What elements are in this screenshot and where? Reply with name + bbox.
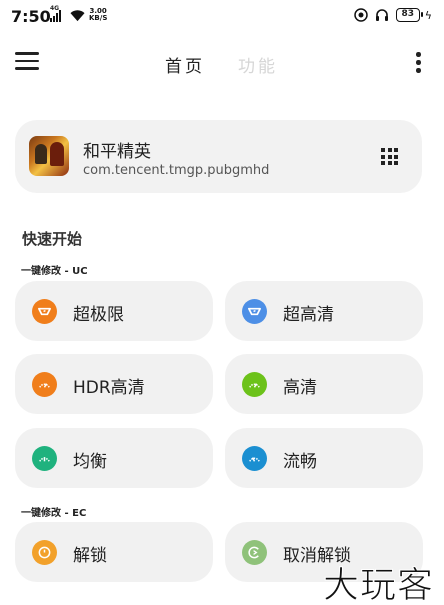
ultra-hd-icon: [242, 299, 267, 324]
option-label: HDR高清: [73, 378, 145, 398]
hd-gauge-icon: [242, 372, 267, 397]
option-label: 流畅: [283, 452, 317, 472]
option-hdr-hd-button[interactable]: HDR高清: [15, 354, 213, 414]
option-hd-button[interactable]: 高清: [225, 354, 423, 414]
group-label-uc: 一键修改 - UC: [21, 266, 88, 277]
watermark-text: 大玩客: [322, 565, 434, 605]
headphones-icon: [375, 9, 388, 21]
selected-app-card[interactable]: 和平精英 com.tencent.tmgp.pubgmhd: [15, 120, 422, 193]
network-speed: 3.00 KB/S: [89, 7, 108, 22]
battery-indicator: 83: [395, 8, 423, 22]
hdr-gauge-icon: [32, 372, 57, 397]
tab-functions[interactable]: 功能: [238, 52, 278, 77]
option-balanced-button[interactable]: 均衡: [15, 428, 213, 488]
app-package-name: com.tencent.tmgp.pubgmhd: [83, 163, 270, 178]
option-label: 均衡: [73, 452, 107, 472]
status-time: 7:50: [11, 7, 51, 26]
extreme-icon: [32, 299, 57, 324]
unlock-icon: [32, 540, 57, 565]
wifi-icon: [70, 10, 85, 22]
hamburger-icon: [15, 52, 39, 70]
option-extreme-button[interactable]: 超极限: [15, 281, 213, 341]
smooth-gauge-icon: [242, 446, 267, 471]
option-ultra-hd-button[interactable]: 超高清: [225, 281, 423, 341]
option-label: 高清: [283, 378, 317, 398]
more-options-button[interactable]: [416, 52, 422, 74]
status-right-icons: 83 ϟ: [353, 8, 432, 22]
alarm-icon: [353, 8, 368, 22]
status-left-icons: 4G 3.00 KB/S: [50, 5, 108, 22]
option-label: 超高清: [283, 305, 334, 325]
app-bar: 首页 功能: [0, 40, 444, 84]
app-name: 和平精英: [83, 142, 151, 162]
app-grid-button[interactable]: [381, 148, 398, 165]
charging-icon: ϟ: [424, 8, 432, 22]
quick-start-title: 快速开始: [22, 230, 83, 248]
cancel-unlock-icon: [242, 540, 267, 565]
option-unlock-button[interactable]: 解锁: [15, 522, 213, 582]
status-bar: 7:50 4G 3.00 KB/S 83 ϟ: [0, 0, 444, 34]
tab-home[interactable]: 首页: [165, 52, 205, 77]
cellular-signal-icon: 4G: [50, 5, 66, 22]
group-label-ec: 一键修改 - EC: [21, 508, 87, 519]
option-label: 超极限: [73, 305, 124, 325]
balanced-gauge-icon: [32, 446, 57, 471]
option-label: 解锁: [73, 546, 107, 566]
menu-button[interactable]: [15, 52, 39, 72]
game-app-icon: [29, 136, 69, 176]
more-vertical-icon: [416, 52, 422, 73]
option-smooth-button[interactable]: 流畅: [225, 428, 423, 488]
